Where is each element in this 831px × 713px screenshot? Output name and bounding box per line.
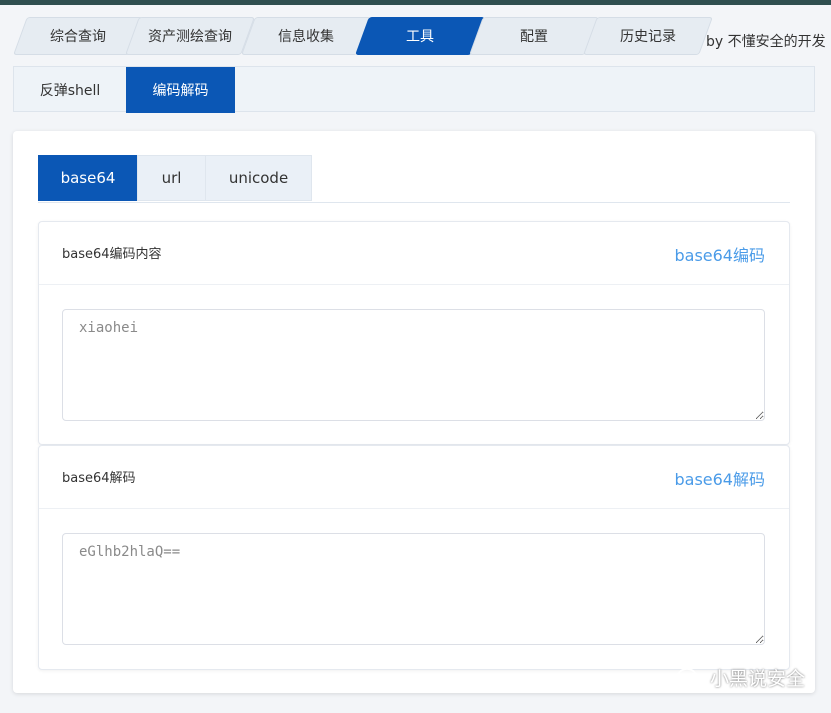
tab-config[interactable]: 配置 [469,17,599,55]
tool-subtabs: 反弹shell 编码解码 [13,66,815,113]
tab-label: 工具 [406,29,434,45]
tab-unicode[interactable]: unicode [205,155,312,201]
tab-base64[interactable]: base64 [38,155,138,201]
main-nav: 综合查询 资产测绘查询 信息收集 工具 配置 历史记录 by 不懂安全的开发 [0,5,831,62]
encode-decode-panel: base64 url unicode base64编码内容 base64编码 b… [13,131,815,693]
card-title: base64解码 [62,471,136,486]
card-title: base64编码内容 [62,247,162,262]
tab-asset-mapping-query[interactable]: 资产测绘查询 [125,17,255,55]
tab-tools[interactable]: 工具 [355,17,485,55]
tab-label: 综合查询 [50,29,106,45]
author-byline: by 不懂安全的开发 [706,34,826,50]
base64-decode-button[interactable]: base64解码 [674,466,765,490]
tab-label: 资产测绘查询 [148,29,232,45]
watermark-text: 小黑说安全 [710,668,806,690]
tab-url[interactable]: url [137,155,206,201]
tab-history[interactable]: 历史记录 [583,17,713,55]
base64-decode-input[interactable] [62,533,765,645]
tab-info-collection[interactable]: 信息收集 [241,17,371,55]
card-header: base64编码内容 base64编码 [39,222,789,285]
base64-encode-card: base64编码内容 base64编码 [38,221,790,445]
tab-label: 配置 [520,29,548,45]
wechat-icon [677,667,703,687]
tab-comprehensive-query[interactable]: 综合查询 [13,17,143,55]
tab-label: 信息收集 [278,29,334,45]
base64-encode-input[interactable] [62,309,765,421]
card-header: base64解码 base64解码 [39,446,789,509]
subtab-encode-decode[interactable]: 编码解码 [126,67,235,113]
tab-label: 历史记录 [620,29,676,45]
watermark: 小黑说安全 [676,664,805,691]
base64-encode-button[interactable]: base64编码 [674,242,765,266]
base64-decode-card: base64解码 base64解码 [38,445,790,670]
subtab-reverse-shell[interactable]: 反弹shell [14,67,126,113]
codec-tabs: base64 url unicode [38,155,790,203]
